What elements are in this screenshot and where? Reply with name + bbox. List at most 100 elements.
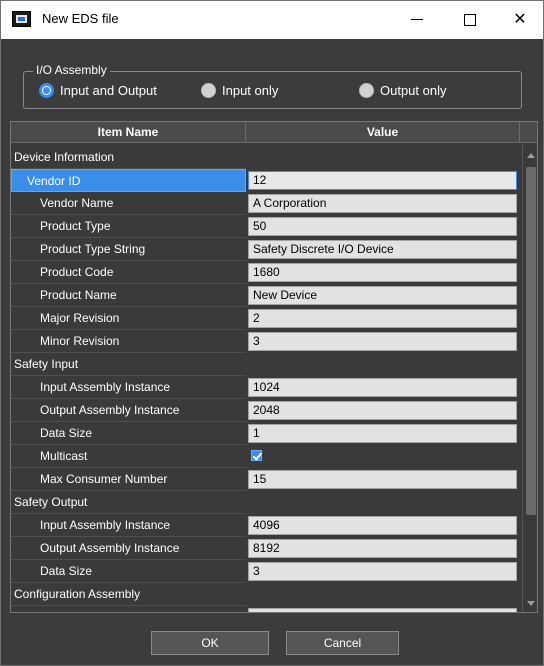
value-field[interactable]: 50 — [248, 217, 517, 236]
grid-row[interactable]: Data Size 3 — [11, 560, 522, 583]
item-name: Product Type String — [11, 238, 246, 261]
item-name: Major Revision — [11, 307, 246, 330]
scroll-up-icon[interactable] — [523, 147, 537, 164]
grid-row[interactable]: Major Revision 2 — [11, 307, 522, 330]
value-cell: 50 — [246, 215, 522, 238]
grid-row[interactable]: Product Name New Device — [11, 284, 522, 307]
grid-section-row[interactable]: Safety Output — [11, 491, 522, 514]
ok-button[interactable]: OK — [151, 631, 269, 655]
radio-unselected-icon — [359, 82, 374, 98]
value-cell: A Corporation — [246, 192, 522, 215]
value-cell — [246, 146, 522, 169]
grid-row[interactable]: Output Assembly Instance 2048 — [11, 399, 522, 422]
value-cell: 1 — [246, 422, 522, 445]
item-name: Vendor Name — [11, 192, 246, 215]
multicast-checkbox-icon[interactable] — [251, 450, 262, 461]
value-field[interactable]: 3 — [248, 332, 517, 351]
grid-section-row[interactable]: Safety Input — [11, 353, 522, 376]
scroll-thumb[interactable] — [526, 167, 536, 515]
item-name: Output Assembly Instance — [11, 399, 246, 422]
radio-input-only[interactable]: Input only — [201, 81, 278, 99]
value-cell: 3 — [246, 560, 522, 583]
value-field[interactable]: 1 — [248, 424, 517, 443]
grid-row[interactable]: Product Type 50 — [11, 215, 522, 238]
title-bar: New EDS file ✕ — [1, 1, 543, 39]
section-label: Safety Output — [11, 491, 246, 514]
window-title: New EDS file — [42, 11, 119, 26]
radio-unselected-icon — [201, 82, 216, 98]
value-cell: 2048 — [246, 399, 522, 422]
value-field[interactable]: 2 — [248, 309, 517, 328]
value-field[interactable]: 1680 — [248, 263, 517, 282]
minimize-button[interactable] — [395, 1, 441, 39]
radio-label: Input only — [222, 82, 279, 98]
grid-row[interactable]: Multicast — [11, 445, 522, 468]
value-field[interactable]: 15 — [248, 470, 517, 489]
app-icon — [12, 11, 31, 27]
cancel-button[interactable]: Cancel — [286, 631, 399, 655]
grid-row[interactable]: Product Type String Safety Discrete I/O D… — [11, 238, 522, 261]
value-field[interactable]: New Device — [248, 286, 517, 305]
grid-rows: Device Information Vendor ID 12 Vendor Name… — [11, 146, 522, 612]
radio-label: Input and Output — [60, 82, 157, 98]
item-name: Output Assembly Instance — [11, 537, 246, 560]
eds-property-grid: Item Name Value Device Information Vendor… — [10, 121, 538, 613]
value-field[interactable]: A Corporation — [248, 194, 517, 213]
value-cell: 12 — [246, 169, 522, 192]
vertical-scrollbar[interactable] — [522, 143, 537, 612]
radio-label: Output only — [380, 82, 447, 98]
grid-row[interactable]: Vendor ID 12 — [11, 169, 522, 192]
grid-section-row[interactable]: Device Information — [11, 146, 522, 169]
column-header-item-name[interactable]: Item Name — [11, 122, 246, 142]
minimize-icon — [411, 19, 423, 20]
maximize-button[interactable] — [448, 1, 494, 39]
value-field[interactable]: 512 — [248, 608, 517, 612]
item-name: Input Assembly Instance — [11, 514, 246, 537]
item-name: Product Type — [11, 215, 246, 238]
grid-row[interactable]: Data Size 1 — [11, 422, 522, 445]
scroll-down-icon[interactable] — [523, 595, 537, 612]
item-name: Data Size — [11, 422, 246, 445]
item-name: Max Consumer Number — [11, 468, 246, 491]
value-cell: 4096 — [246, 514, 522, 537]
value-cell: Safety Discrete I/O Device — [246, 238, 522, 261]
value-field[interactable]: 3 — [248, 562, 517, 581]
value-cell — [246, 491, 522, 514]
grid-row[interactable]: Configuration Assembly Instance512 — [11, 606, 522, 612]
grid-row[interactable]: Product Code 1680 — [11, 261, 522, 284]
value-field[interactable]: 2048 — [248, 401, 517, 420]
value-field[interactable]: 1024 — [248, 378, 517, 397]
value-cell — [246, 353, 522, 376]
value-cell — [246, 445, 522, 468]
value-cell: 512 — [246, 606, 522, 612]
value-cell: 15 — [246, 468, 522, 491]
value-field[interactable]: 8192 — [248, 539, 517, 558]
value-cell: 3 — [246, 330, 522, 353]
grid-row[interactable]: Input Assembly Instance 1024 — [11, 376, 522, 399]
column-header-value[interactable]: Value — [246, 122, 520, 142]
value-cell — [246, 583, 522, 606]
maximize-icon — [464, 14, 476, 26]
grid-header: Item Name Value — [11, 122, 537, 143]
value-field[interactable]: 4096 — [248, 516, 517, 535]
item-name: Multicast — [11, 445, 246, 468]
radio-selected-icon — [39, 82, 54, 98]
item-name: Configuration Assembly Instance — [11, 606, 246, 612]
section-label: Configuration Assembly — [11, 583, 246, 606]
value-cell: 8192 — [246, 537, 522, 560]
grid-row[interactable]: Output Assembly Instance 8192 — [11, 537, 522, 560]
section-label: Safety Input — [11, 353, 246, 376]
item-name: Product Code — [11, 261, 246, 284]
grid-row[interactable]: Minor Revision 3 — [11, 330, 522, 353]
grid-row[interactable]: Max Consumer Number 15 — [11, 468, 522, 491]
close-button[interactable]: ✕ — [497, 1, 543, 39]
grid-row[interactable]: Input Assembly Instance 4096 — [11, 514, 522, 537]
radio-output-only[interactable]: Output only — [359, 81, 447, 99]
item-name: Vendor ID — [11, 169, 246, 192]
grid-section-row[interactable]: Configuration Assembly — [11, 583, 522, 606]
value-field[interactable]: Safety Discrete I/O Device — [248, 240, 517, 259]
value-cell: 1680 — [246, 261, 522, 284]
radio-input-and-output[interactable]: Input and Output — [39, 81, 157, 99]
value-field[interactable]: 12 — [248, 171, 517, 190]
grid-row[interactable]: Vendor Name A Corporation — [11, 192, 522, 215]
